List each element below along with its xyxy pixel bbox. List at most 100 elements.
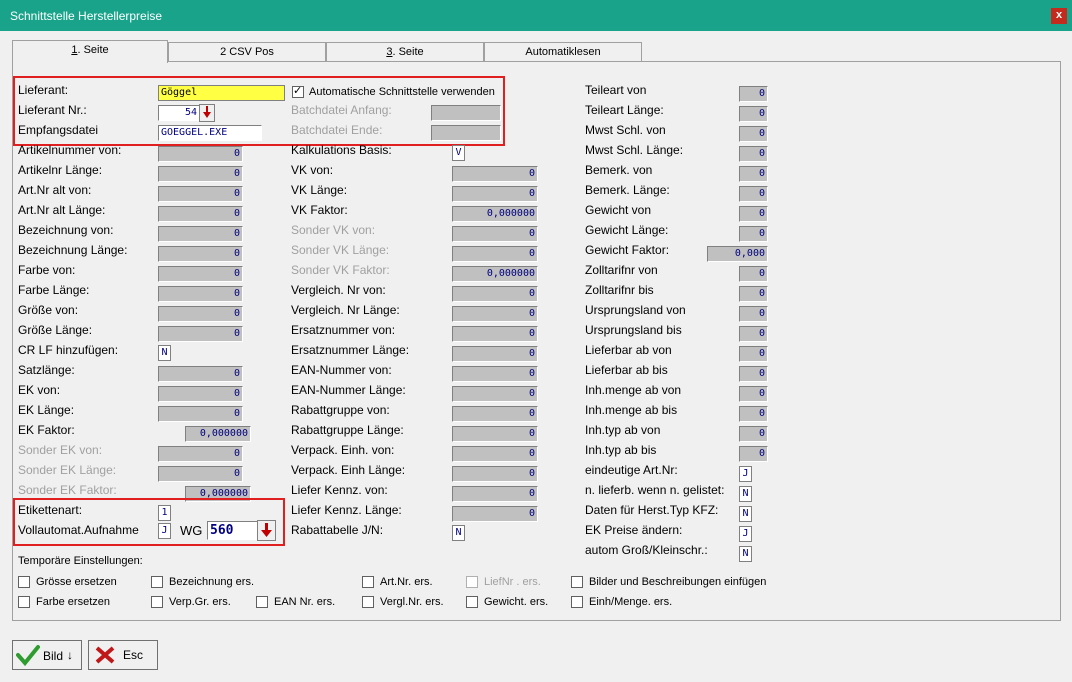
lieferant-nr-lookup-button[interactable] — [199, 104, 215, 122]
field-input[interactable]: 0 — [739, 346, 768, 362]
temp-checkbox-label: LiefNr . ers. — [484, 576, 541, 588]
field-label: Verpack. Einh Länge: — [291, 463, 406, 477]
batch-anfang-input — [431, 105, 501, 121]
field-input[interactable]: 0 — [452, 166, 538, 182]
field-label: EK von: — [18, 383, 61, 397]
temp-checkbox — [466, 576, 478, 588]
empfangsdatei-input[interactable]: GOEGGEL.EXE — [158, 125, 262, 141]
field-input[interactable]: 0 — [158, 366, 243, 382]
field-input[interactable]: 0 — [158, 326, 243, 342]
field-input[interactable]: 0 — [739, 106, 768, 122]
temp-checkbox[interactable] — [18, 576, 30, 588]
field-label: Artikelnummer von: — [18, 143, 122, 157]
tab-automatiklesen[interactable]: Automatiklesen — [484, 42, 642, 62]
field-input[interactable]: 0 — [452, 386, 538, 402]
field-flag[interactable]: N — [452, 525, 465, 541]
field-input[interactable]: 0 — [739, 206, 768, 222]
temp-checkbox[interactable] — [466, 596, 478, 608]
field-input[interactable]: 0 — [739, 406, 768, 422]
field-input[interactable]: 0 — [452, 466, 538, 482]
field-label: Ursprungsland von — [585, 303, 686, 317]
field-input[interactable]: 0 — [452, 346, 538, 362]
field-input[interactable]: 0 — [452, 286, 538, 302]
field-input[interactable]: 0 — [739, 126, 768, 142]
esc-button[interactable]: Esc — [88, 640, 158, 670]
vollautomat-label: Vollautomat.Aufnahme — [18, 523, 139, 537]
lieferant-input[interactable]: Göggel — [158, 85, 285, 101]
field-input[interactable]: 0 — [158, 266, 243, 282]
vollautomat-input[interactable]: J — [158, 523, 171, 539]
field-input: 0 — [452, 246, 538, 262]
field-label: Größe Länge: — [18, 323, 93, 337]
auto-schnittstelle-checkbox[interactable] — [292, 84, 304, 98]
field-input[interactable]: 0 — [739, 386, 768, 402]
field-input[interactable]: 0 — [452, 366, 538, 382]
field-input[interactable]: 0,000 — [707, 246, 768, 262]
field-input[interactable]: 0 — [158, 226, 243, 242]
field-input[interactable]: 0 — [452, 506, 538, 522]
field-flag[interactable]: J — [739, 466, 752, 482]
temp-checkbox[interactable] — [18, 596, 30, 608]
field-input[interactable]: 0 — [158, 246, 243, 262]
field-label: Bemerk. Länge: — [585, 183, 670, 197]
temp-checkbox[interactable] — [151, 596, 163, 608]
tab-csv-pos[interactable]: 2 CSV Pos — [168, 42, 326, 62]
temp-checkbox-label: EAN Nr. ers. — [274, 596, 336, 608]
field-label: n. lieferb. wenn n. gelistet: — [585, 483, 725, 497]
field-input[interactable]: 0 — [739, 166, 768, 182]
field-label: Mwst Schl. von — [585, 123, 666, 137]
field-flag[interactable]: N — [739, 546, 752, 562]
wg-input[interactable]: 560 — [207, 521, 259, 540]
field-input[interactable]: 0 — [739, 426, 768, 442]
field-flag[interactable]: N — [158, 345, 171, 361]
field-input[interactable]: 0 — [158, 406, 243, 422]
window-title: Schnittstelle Herstellerpreise — [10, 9, 163, 23]
etikettenart-input[interactable]: 1 — [158, 505, 171, 521]
temp-checkbox[interactable] — [362, 596, 374, 608]
lieferant-nr-input[interactable]: 54 — [158, 105, 200, 121]
field-input[interactable]: 0 — [158, 206, 243, 222]
field-input[interactable]: 0 — [158, 286, 243, 302]
temp-checkbox[interactable] — [151, 576, 163, 588]
temp-checkbox[interactable] — [571, 576, 583, 588]
field-input[interactable]: 0,000000 — [185, 426, 251, 442]
field-input[interactable]: 0 — [739, 146, 768, 162]
lieferant-nr-label: Lieferant Nr.: — [18, 103, 87, 117]
temp-checkbox[interactable] — [256, 596, 268, 608]
field-input[interactable]: 0 — [452, 446, 538, 462]
field-input[interactable]: 0 — [739, 286, 768, 302]
close-button[interactable]: x — [1051, 8, 1067, 24]
field-flag[interactable]: J — [739, 526, 752, 542]
wg-lookup-button[interactable] — [257, 520, 276, 541]
field-input[interactable]: 0 — [158, 306, 243, 322]
field-label: EAN-Nummer von: — [291, 363, 392, 377]
field-input[interactable]: 0 — [452, 486, 538, 502]
field-input[interactable]: 0 — [452, 426, 538, 442]
field-input[interactable]: 0 — [158, 186, 243, 202]
field-input[interactable]: 0,000000 — [452, 206, 538, 222]
field-input[interactable]: 0 — [452, 406, 538, 422]
field-input[interactable]: 0 — [739, 226, 768, 242]
field-input[interactable]: 0 — [158, 166, 243, 182]
temp-checkbox[interactable] — [571, 596, 583, 608]
field-flag[interactable]: V — [452, 145, 465, 161]
field-label: Vergleich. Nr Länge: — [291, 303, 400, 317]
field-input[interactable]: 0 — [739, 366, 768, 382]
field-input[interactable]: 0 — [739, 326, 768, 342]
field-input[interactable]: 0 — [739, 86, 768, 102]
field-input[interactable]: 0 — [739, 446, 768, 462]
field-input[interactable]: 0 — [739, 266, 768, 282]
field-input[interactable]: 0 — [452, 306, 538, 322]
field-input[interactable]: 0 — [158, 146, 243, 162]
field-input[interactable]: 0 — [739, 306, 768, 322]
field-flag[interactable]: N — [739, 506, 752, 522]
field-input[interactable]: 0 — [158, 386, 243, 402]
tab-seite-1[interactable]: 1. Seite — [12, 40, 168, 63]
temp-checkbox[interactable] — [362, 576, 374, 588]
field-input[interactable]: 0 — [739, 186, 768, 202]
field-input[interactable]: 0 — [452, 186, 538, 202]
tab-seite-3[interactable]: 3. Seite — [326, 42, 484, 62]
bild-button[interactable]: Bild ↓ — [12, 640, 82, 670]
field-input[interactable]: 0 — [452, 326, 538, 342]
field-flag[interactable]: N — [739, 486, 752, 502]
